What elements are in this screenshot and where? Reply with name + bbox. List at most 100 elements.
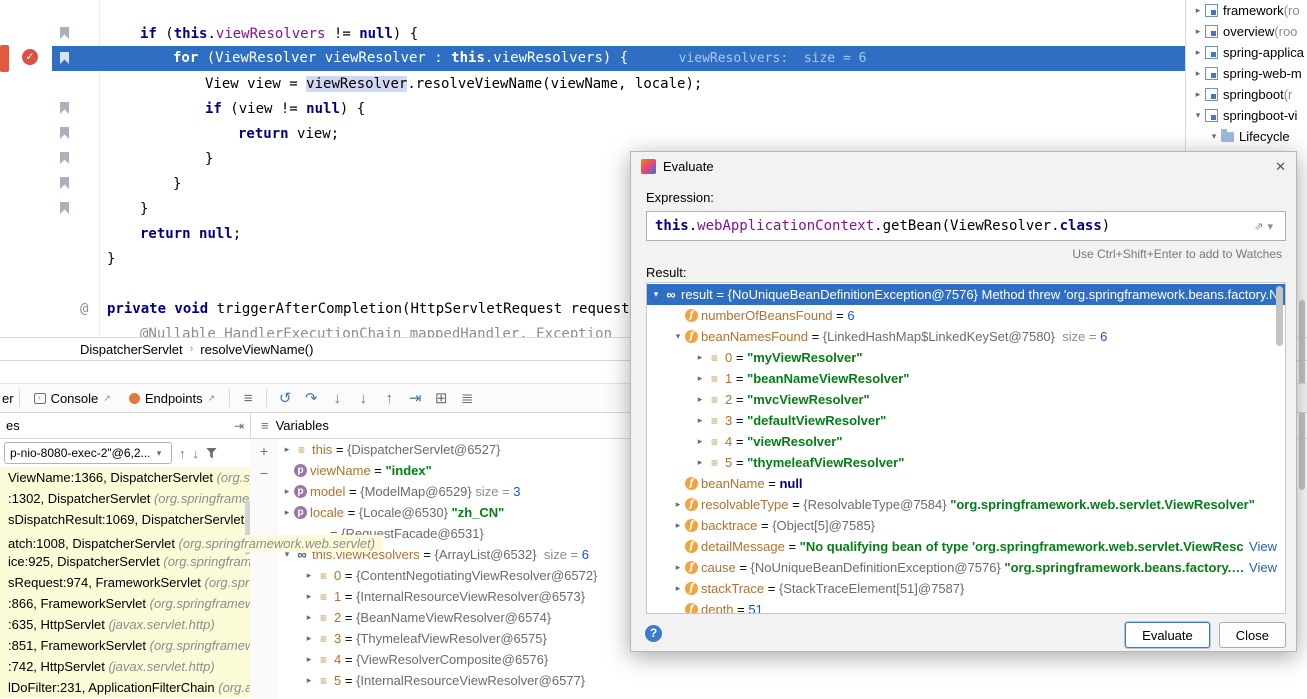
chevron-right-icon[interactable]: ▸ [1191, 68, 1205, 79]
evaluate-button[interactable]: Evaluate [1125, 622, 1210, 648]
help-icon[interactable]: ? [645, 625, 662, 642]
chevron-right-icon[interactable]: ▸ [693, 373, 707, 384]
tree-row[interactable]: ▸fcause = {NoUniqueBeanDefinitionExcepti… [647, 557, 1285, 578]
stack-frame-row[interactable]: sRequest:974, FrameworkServlet (org.spri… [0, 572, 250, 593]
chevron-right-icon[interactable]: ▸ [693, 415, 707, 426]
chevron-right-icon[interactable]: ▸ [280, 486, 294, 497]
project-tree-item[interactable]: ▸ spring-applica [1186, 42, 1307, 63]
breakpoint-icon[interactable]: ✓ [22, 49, 38, 65]
tree-row[interactable]: ▸≡5 = {InternalResourceViewResolver@6577… [278, 670, 1307, 691]
thread-dropdown[interactable]: p-nio-8080-exec-2"@6,2... ▾ [4, 442, 172, 464]
settings-icon[interactable]: ≣ [454, 389, 480, 407]
stack-frame-row[interactable]: :866, FrameworkServlet (org.springframew… [0, 593, 250, 614]
stack-frame-row[interactable]: ice:925, DispatcherServlet (org.springfr… [0, 551, 250, 572]
history-dropdown-icon[interactable]: ▾ [1267, 221, 1277, 233]
tree-row[interactable]: fdepth = 51 [647, 599, 1285, 614]
close-button[interactable]: Close [1219, 622, 1286, 648]
token: locale [310, 505, 344, 520]
layout-menu-icon[interactable]: ≡ [235, 390, 261, 407]
stack-frame-row[interactable]: :635, HttpServlet (javax.servlet.http) [0, 614, 250, 635]
tree-row[interactable]: fnumberOfBeansFound = 6 [647, 305, 1285, 326]
expand-expression-icon[interactable]: ⇗▾ [1254, 220, 1277, 233]
stack-frame-row[interactable]: sDispatchResult:1069, DispatcherServlet … [0, 509, 250, 530]
chevron-right-icon[interactable]: ▸ [302, 570, 316, 581]
chevron-right-icon[interactable]: ▸ [671, 520, 685, 531]
dialog-titlebar[interactable]: Evaluate ✕ [631, 152, 1296, 181]
tree-row[interactable]: ▸≡5 = "thymeleafViewResolver" [647, 452, 1285, 473]
stack-frame-row[interactable]: ViewName:1366, DispatcherServlet (org.sp [0, 467, 250, 488]
chevron-right-icon[interactable]: ▸ [693, 436, 707, 447]
chevron-right-icon[interactable]: ▸ [302, 591, 316, 602]
project-tree-item[interactable]: ▸springboot (r [1186, 84, 1307, 105]
force-step-into-icon[interactable]: ↓ [350, 390, 376, 407]
result-scrollbar[interactable] [1276, 286, 1283, 346]
view-link[interactable]: View [1249, 539, 1285, 554]
frames-tab-truncated[interactable]: es [6, 418, 20, 433]
chevron-right-icon[interactable]: ▸ [302, 675, 316, 686]
chevron-right-icon[interactable]: ▸ [671, 583, 685, 594]
stack-frame-row[interactable]: :851, FrameworkServlet (org.springframew… [0, 635, 250, 656]
project-tree-item[interactable]: ▾Lifecycle [1186, 126, 1307, 147]
project-tree-item[interactable]: ▾springboot-vi [1186, 105, 1307, 126]
debugger-tab-truncated[interactable]: er [2, 391, 14, 406]
chevron-right-icon[interactable]: ▸ [302, 654, 316, 665]
chevron-right-icon[interactable]: ▸ [1191, 89, 1205, 100]
run-to-cursor-icon[interactable]: ⇥ [402, 389, 428, 407]
chevron-down-icon[interactable]: ▾ [1207, 131, 1221, 142]
chevron-down-icon[interactable]: ▾ [649, 289, 663, 300]
chevron-right-icon[interactable]: ▸ [280, 444, 294, 455]
tree-row[interactable]: ▸≡3 = "defaultViewResolver" [647, 410, 1285, 431]
chevron-right-icon[interactable]: ▸ [1191, 47, 1205, 58]
chevron-right-icon[interactable]: ▸ [302, 633, 316, 644]
tree-row[interactable]: ▸fresolvableType = {ResolvableType@7584}… [647, 494, 1285, 515]
step-into-icon[interactable]: ↓ [324, 390, 350, 407]
project-tree-item[interactable]: ▸framework (ro [1186, 0, 1307, 21]
tree-row[interactable]: ▾∞result = {NoUniqueBeanDefinitionExcept… [647, 284, 1285, 305]
tree-row[interactable]: fbeanName = null [647, 473, 1285, 494]
view-link[interactable]: View [1249, 560, 1285, 575]
add-watch-button[interactable]: + [254, 443, 274, 459]
tree-row[interactable]: ▾fbeanNamesFound = {LinkedHashMap$Linked… [647, 326, 1285, 347]
step-over-icon[interactable]: ↷ [298, 389, 324, 407]
code-line: View view = viewResolver.resolveViewName… [0, 72, 1185, 97]
chevron-right-icon[interactable]: ▸ [1191, 26, 1205, 37]
chevron-right-icon[interactable]: ▸ [671, 562, 685, 573]
next-frame-icon[interactable]: ↓ [193, 446, 200, 461]
remove-watch-button[interactable]: − [254, 465, 274, 481]
chevron-right-icon[interactable]: ▸ [693, 352, 707, 363]
expression-input[interactable]: this.webApplicationContext.getBean(ViewR… [646, 211, 1286, 241]
prev-frame-icon[interactable]: ↑ [179, 446, 186, 461]
tree-row[interactable]: ▸≡2 = "mvcViewResolver" [647, 389, 1285, 410]
breadcrumb-item[interactable]: DispatcherServlet [80, 342, 183, 357]
chevron-right-icon[interactable]: ▸ [302, 612, 316, 623]
breadcrumb-item[interactable]: resolveViewName() [200, 342, 313, 357]
tree-item-label: spring-applica [1223, 45, 1304, 60]
tree-row[interactable]: fdetailMessage = "No qualifying bean of … [647, 536, 1285, 557]
close-icon[interactable]: ✕ [1275, 159, 1286, 175]
chevron-right-icon[interactable]: ▸ [280, 507, 294, 518]
chevron-right-icon[interactable]: ▸ [693, 394, 707, 405]
project-tree-item[interactable]: ▸spring-web-m [1186, 63, 1307, 84]
chevron-down-icon[interactable]: ▾ [671, 331, 685, 342]
chevron-right-icon[interactable]: ▸ [1191, 5, 1205, 16]
project-tree-item[interactable]: ▸overview (roo [1186, 21, 1307, 42]
stack-frame-row[interactable]: :1302, DispatcherServlet (org.springfram… [0, 488, 250, 509]
tree-row[interactable]: ▸≡1 = "beanNameViewResolver" [647, 368, 1285, 389]
show-execution-point-icon[interactable]: ↺ [272, 389, 298, 407]
chevron-right-icon[interactable]: ▸ [693, 457, 707, 468]
tree-row[interactable]: ▸≡0 = "myViewResolver" [647, 347, 1285, 368]
filter-frames-icon[interactable] [206, 448, 217, 459]
tab-console[interactable]: › Console ↗ [25, 384, 120, 412]
stack-frame-row[interactable]: lDoFilter:231, ApplicationFilterChain (o… [0, 677, 250, 698]
tree-row[interactable]: ▸fstackTrace = {StackTraceElement[51]@75… [647, 578, 1285, 599]
chevron-down-icon[interactable]: ▾ [1191, 110, 1205, 121]
chevron-right-icon[interactable]: ▸ [671, 499, 685, 510]
stack-frame-row[interactable]: :742, HttpServlet (javax.servlet.http) [0, 656, 250, 677]
tab-endpoints[interactable]: Endpoints ↗ [120, 384, 224, 412]
step-out-icon[interactable]: ↑ [376, 390, 402, 407]
tree-row[interactable]: ▸fbacktrace = {Object[5]@7585} [647, 515, 1285, 536]
tree-row[interactable]: ▸≡4 = {ViewResolverComposite@6576} [278, 649, 1307, 670]
hide-panel-icon[interactable]: ⇥ [234, 419, 244, 433]
view-breakpoints-icon[interactable]: ⊞ [428, 389, 454, 407]
tree-row[interactable]: ▸≡4 = "viewResolver" [647, 431, 1285, 452]
